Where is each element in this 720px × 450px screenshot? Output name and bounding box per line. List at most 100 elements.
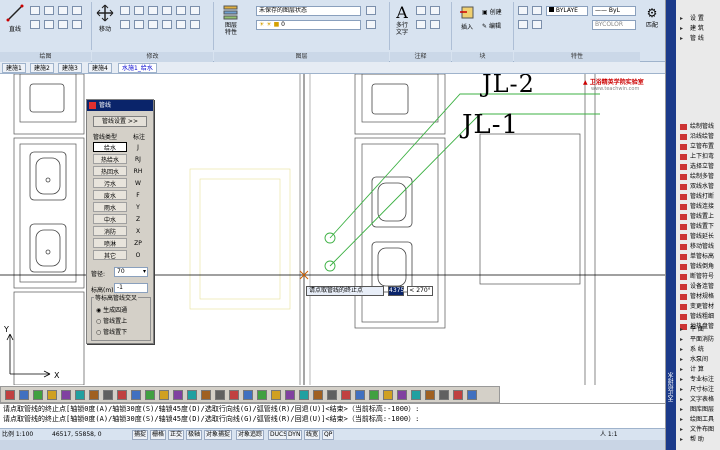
menu-item[interactable]: 计 算	[676, 365, 720, 375]
menu-item[interactable]: 单管标高	[676, 252, 720, 262]
toolbar-tool-icon[interactable]	[285, 390, 295, 400]
menu-item[interactable]: 帮 助	[676, 435, 720, 445]
toolbar-tool-icon[interactable]	[383, 390, 393, 400]
toolbar-tool-icon[interactable]	[299, 390, 309, 400]
toolbar-tool-icon[interactable]	[411, 390, 421, 400]
menu-item[interactable]: 双线水管	[676, 182, 720, 192]
color-combo[interactable]: BYLAYE	[546, 6, 588, 16]
text-style-icon[interactable]	[430, 20, 440, 29]
pipe-type-item[interactable]: 热回水 RH	[93, 166, 142, 177]
menu-item[interactable]: 管材规格	[676, 292, 720, 302]
menu-item[interactable]: 水泵间	[676, 355, 720, 365]
menu-item[interactable]: 文件布图	[676, 425, 720, 435]
toolbar-tool-icon[interactable]	[327, 390, 337, 400]
menu-item[interactable]: 管线置上	[676, 212, 720, 222]
toolbar-tool-icon[interactable]	[117, 390, 127, 400]
menu-item[interactable]: 专业标注	[676, 375, 720, 385]
toolbar-tool-icon[interactable]	[159, 390, 169, 400]
toolbar-tool-icon[interactable]	[215, 390, 225, 400]
trim-icon[interactable]	[134, 6, 144, 15]
toolbar-tool-icon[interactable]	[145, 390, 155, 400]
move-button[interactable]: 移动	[94, 4, 116, 33]
distance-input[interactable]: 4375	[388, 286, 404, 296]
table-icon[interactable]	[416, 20, 426, 29]
pipe-type-item[interactable]: 喷淋 ZP	[93, 238, 142, 249]
toolbar-tool-icon[interactable]	[89, 390, 99, 400]
menu-item[interactable]: 系 统	[676, 345, 720, 355]
toolbar-tool-icon[interactable]	[341, 390, 351, 400]
menu-item[interactable]: 管线连接	[676, 202, 720, 212]
erase-icon[interactable]	[148, 6, 158, 15]
circle-icon[interactable]	[44, 6, 54, 15]
toolbar-tool-icon[interactable]	[47, 390, 57, 400]
toolbar-tool-icon[interactable]	[243, 390, 253, 400]
menu-item[interactable]: 管线延长	[676, 232, 720, 242]
chamfer-icon[interactable]	[190, 20, 200, 29]
tab-shuishi1[interactable]: 水施1_给水	[118, 63, 157, 73]
status-toggle[interactable]: DYN	[286, 430, 303, 440]
leader-icon[interactable]	[430, 6, 440, 15]
menu-item[interactable]: 断管符号	[676, 272, 720, 282]
pipe-type-item[interactable]: 热给水 RJ	[93, 154, 141, 165]
layer-match-icon[interactable]	[366, 6, 376, 15]
match-properties-icon[interactable]	[518, 6, 528, 15]
toolbar-tool-icon[interactable]	[229, 390, 239, 400]
toolbar-tool-icon[interactable]	[5, 390, 15, 400]
menu-item[interactable]: 绘制多管	[676, 172, 720, 182]
menu-item[interactable]: 文字表格	[676, 395, 720, 405]
gradient-icon[interactable]	[58, 20, 68, 29]
scale-label[interactable]: 比例 1:100	[2, 429, 33, 440]
polyline-icon[interactable]	[30, 6, 40, 15]
edit-block-button[interactable]: ✎ 编辑	[482, 21, 501, 30]
menu-item[interactable]: 管线倒角	[676, 262, 720, 272]
toolbar-tool-icon[interactable]	[271, 390, 281, 400]
pipe-type-item[interactable]: 给水 J	[93, 142, 141, 153]
menu-item[interactable]: 管线置下	[676, 222, 720, 232]
diameter-select[interactable]: 70 ▾	[114, 267, 148, 277]
status-toggle[interactable]: 对象捕捉	[204, 430, 233, 440]
command-line[interactable]: 请点取管线的终止点[轴锁0度(A)/轴锁30度(S)/轴锁45度(D)/选取行向…	[0, 403, 665, 428]
cross-option-radio[interactable]: ○ 管线置下	[96, 327, 127, 336]
menu-item[interactable]: 设 置	[676, 14, 720, 24]
array-icon[interactable]	[162, 20, 172, 29]
hatch-icon[interactable]	[44, 20, 54, 29]
mirror-icon[interactable]	[176, 6, 186, 15]
toolbar-tool-icon[interactable]	[173, 390, 183, 400]
toolbar-tool-icon[interactable]	[19, 390, 29, 400]
current-layer-combo[interactable]: ☀ ☀ ■ 0	[256, 20, 361, 30]
arc-icon[interactable]	[58, 6, 68, 15]
ellipse-icon[interactable]	[30, 20, 40, 29]
toolbar-tool-icon[interactable]	[257, 390, 267, 400]
toolbar-tool-icon[interactable]	[397, 390, 407, 400]
cross-option-radio[interactable]: ○ 管线置上	[96, 316, 127, 325]
menu-item[interactable]: 图库图层	[676, 405, 720, 415]
pipe-type-item[interactable]: 其它 O	[93, 250, 141, 261]
menu-item[interactable]: 绘图工具	[676, 415, 720, 425]
layer-properties-button[interactable]: 图层 特性	[218, 4, 244, 36]
status-toggle[interactable]: 对象追踪	[236, 430, 265, 440]
menu-item[interactable]: 选择立管	[676, 162, 720, 172]
toolbar-tool-icon[interactable]	[439, 390, 449, 400]
copy-icon[interactable]	[162, 6, 172, 15]
status-toggle[interactable]: QP	[322, 430, 335, 440]
annotation-scale[interactable]: 人 1:1	[600, 429, 618, 440]
menu-item[interactable]: 平 面	[676, 325, 720, 335]
menu-item[interactable]: 沿线绘管	[676, 132, 720, 142]
status-toggle[interactable]: 线宽	[304, 430, 321, 440]
toolbar-tool-icon[interactable]	[369, 390, 379, 400]
status-toggle[interactable]: 栅格	[150, 430, 167, 440]
angle-input[interactable]: < 270°	[407, 286, 433, 296]
linetype-combo[interactable]: —— ByL	[592, 6, 636, 16]
toolbar-tool-icon[interactable]	[61, 390, 71, 400]
pipe-type-item[interactable]: 雨水 Y	[93, 202, 141, 213]
pipe-type-item[interactable]: 消防 X	[93, 226, 141, 237]
menu-item[interactable]: 管 线	[676, 34, 720, 44]
layer-isolate-icon[interactable]	[366, 20, 376, 29]
menu-item[interactable]: 尺寸标注	[676, 385, 720, 395]
toolbar-tool-icon[interactable]	[313, 390, 323, 400]
menu-item[interactable]: 变更管材	[676, 302, 720, 312]
toolbar-tool-icon[interactable]	[33, 390, 43, 400]
toolbar-tool-icon[interactable]	[467, 390, 477, 400]
stretch-icon[interactable]	[134, 20, 144, 29]
pipe-type-item[interactable]: 中水 Z	[93, 214, 141, 225]
